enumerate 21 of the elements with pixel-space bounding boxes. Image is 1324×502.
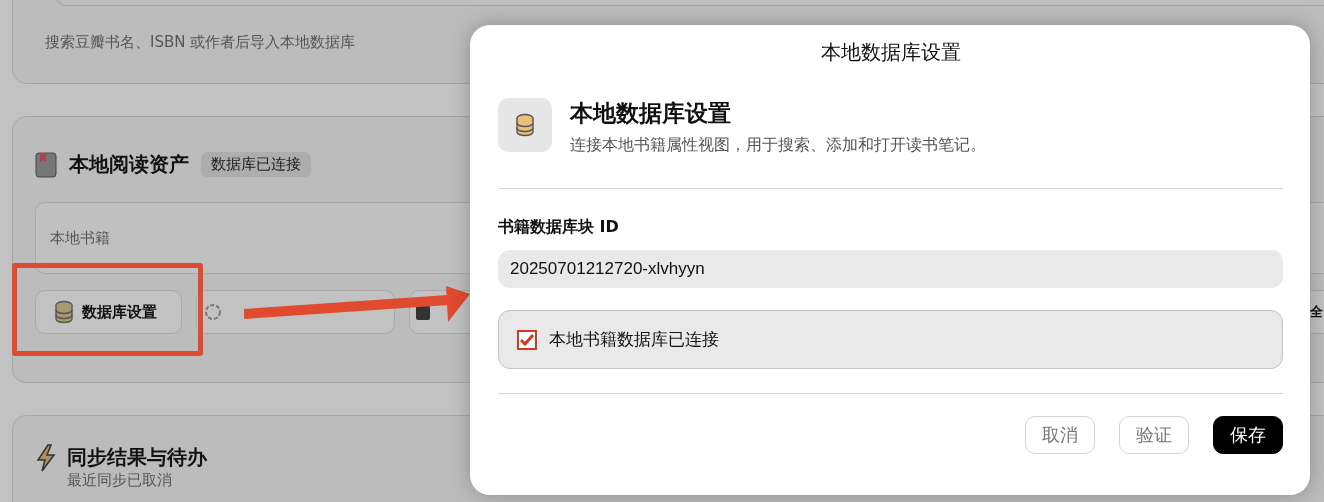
lightning-icon [35, 444, 57, 472]
checkbox-label: 本地书籍数据库已连接 [549, 328, 719, 351]
database-icon [515, 113, 535, 137]
field-label: 书籍数据库块 ID [498, 217, 620, 238]
books-placeholder: 本地书籍 [50, 228, 110, 248]
save-button[interactable]: 保存 [1213, 416, 1283, 454]
checkbox[interactable] [517, 329, 537, 350]
dialog-heading: 本地数据库设置 [570, 99, 732, 128]
import-hint: 搜索豆瓣书名、ISBN 或作者后导入本地数据库 [45, 33, 356, 52]
block-id-field[interactable]: 20250701212720-xlvhyyn [498, 250, 1283, 288]
dialog-button[interactable]: 验证 [1119, 416, 1189, 454]
connected-checkbox-row[interactable]: 本地书籍数据库已连接 [498, 310, 1283, 369]
dialog-title: 本地数据库设置 [819, 39, 962, 66]
status-badge: 数据库已连接 [201, 152, 311, 177]
dialog-description: 连接本地书籍属性视图，用于搜索、添加和打开读书笔记。 [570, 135, 986, 156]
dialog-button[interactable]: 取消 [1025, 416, 1095, 454]
section-title: 本地阅读资产 [69, 151, 189, 178]
section-title: 同步结果与待办 [67, 444, 207, 471]
database-icon [54, 300, 74, 324]
action-button[interactable]: 数据库设置 [35, 290, 182, 334]
sync-status: 最近同步已取消 [67, 471, 173, 490]
